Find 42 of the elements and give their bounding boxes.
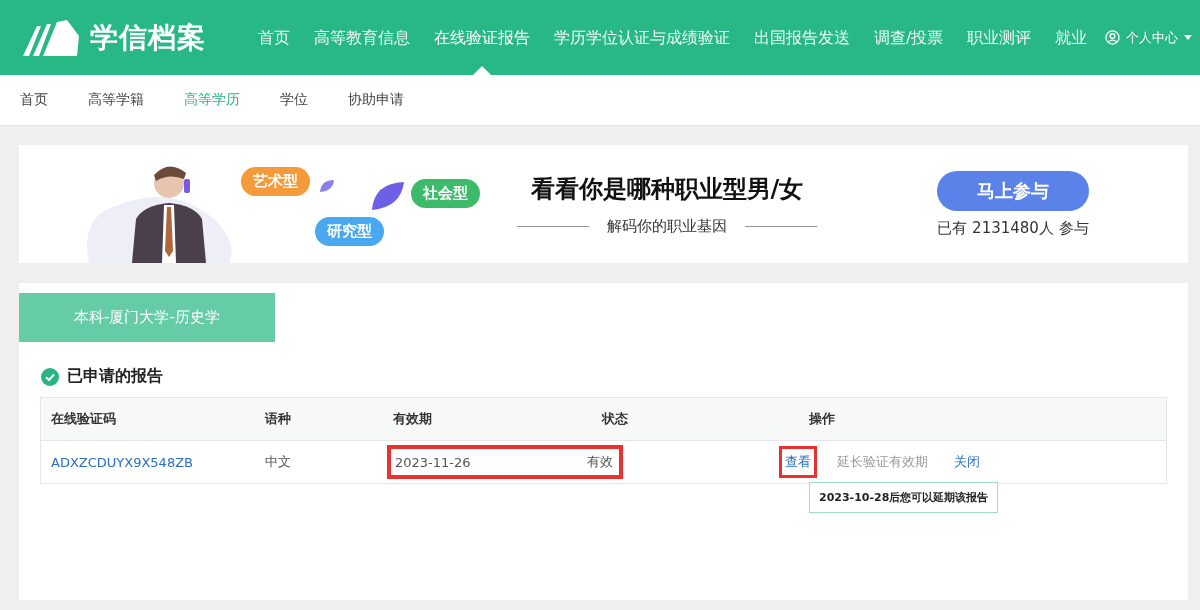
join-button[interactable]: 马上参与: [937, 170, 1089, 211]
check-circle-icon: [41, 367, 59, 386]
subnav-link[interactable]: 协助申请: [348, 91, 404, 109]
personality-tag: 社会型: [411, 179, 480, 208]
subnav-link[interactable]: 高等学籍: [88, 91, 144, 109]
nav-link[interactable]: 职业测评: [955, 0, 1044, 75]
section-title: 已申请的报告: [67, 366, 163, 387]
nav-link[interactable]: 学历学位认证与成绩验证: [542, 0, 742, 75]
subnav-link[interactable]: 首页: [20, 91, 48, 109]
site-logo-text: 学信档案: [90, 19, 206, 56]
leaf-icon: [319, 179, 335, 193]
verification-code-link[interactable]: ADXZCDUYX9X548ZB: [41, 454, 255, 470]
leaf-icon: [371, 181, 405, 211]
degree-record-tab[interactable]: 本科-厦门大学-历史学: [19, 293, 275, 342]
column-header: 操作: [808, 410, 835, 428]
subnav-link[interactable]: 学位: [280, 91, 308, 109]
table-cell-text: 中文: [264, 453, 292, 471]
personality-tag: 研究型: [315, 217, 384, 246]
nav-link[interactable]: 在线验证报告: [422, 0, 542, 75]
column-header: 在线验证码: [50, 410, 117, 428]
book-logo-icon: [20, 17, 82, 58]
subnav-link[interactable]: 高等学历: [184, 91, 240, 109]
column-header: 语种: [263, 410, 292, 428]
nav-link[interactable]: 首页: [246, 0, 302, 75]
nav-link[interactable]: 调查/投票: [862, 0, 956, 75]
action-link[interactable]: 查看: [779, 446, 817, 478]
table-cell: 2023-11-26: [395, 454, 471, 470]
personality-tag: 艺术型: [241, 167, 310, 196]
user-menu-link[interactable]: 个人中心: [1126, 28, 1179, 47]
nav-link[interactable]: 出国报告发送: [742, 0, 862, 75]
participant-count: 已有 2131480人 参与: [937, 218, 1089, 238]
table-cell: 有效: [587, 453, 613, 471]
banner-headline: 看看你是哪种职业型男/女: [530, 172, 804, 205]
banner-subtitle: 解码你的职业基因: [607, 216, 727, 236]
user-icon: [1105, 30, 1121, 45]
caret-icon: [1184, 35, 1193, 40]
column-header: 状态: [600, 410, 629, 428]
column-header: 有效期: [392, 410, 433, 428]
action-link[interactable]: 关闭: [948, 446, 986, 478]
nav-link[interactable]: 就业: [1043, 0, 1100, 75]
nav-link[interactable]: 高等教育信息: [302, 0, 422, 75]
tooltip: 2023-10-28后您可以延期该报告: [809, 482, 999, 513]
